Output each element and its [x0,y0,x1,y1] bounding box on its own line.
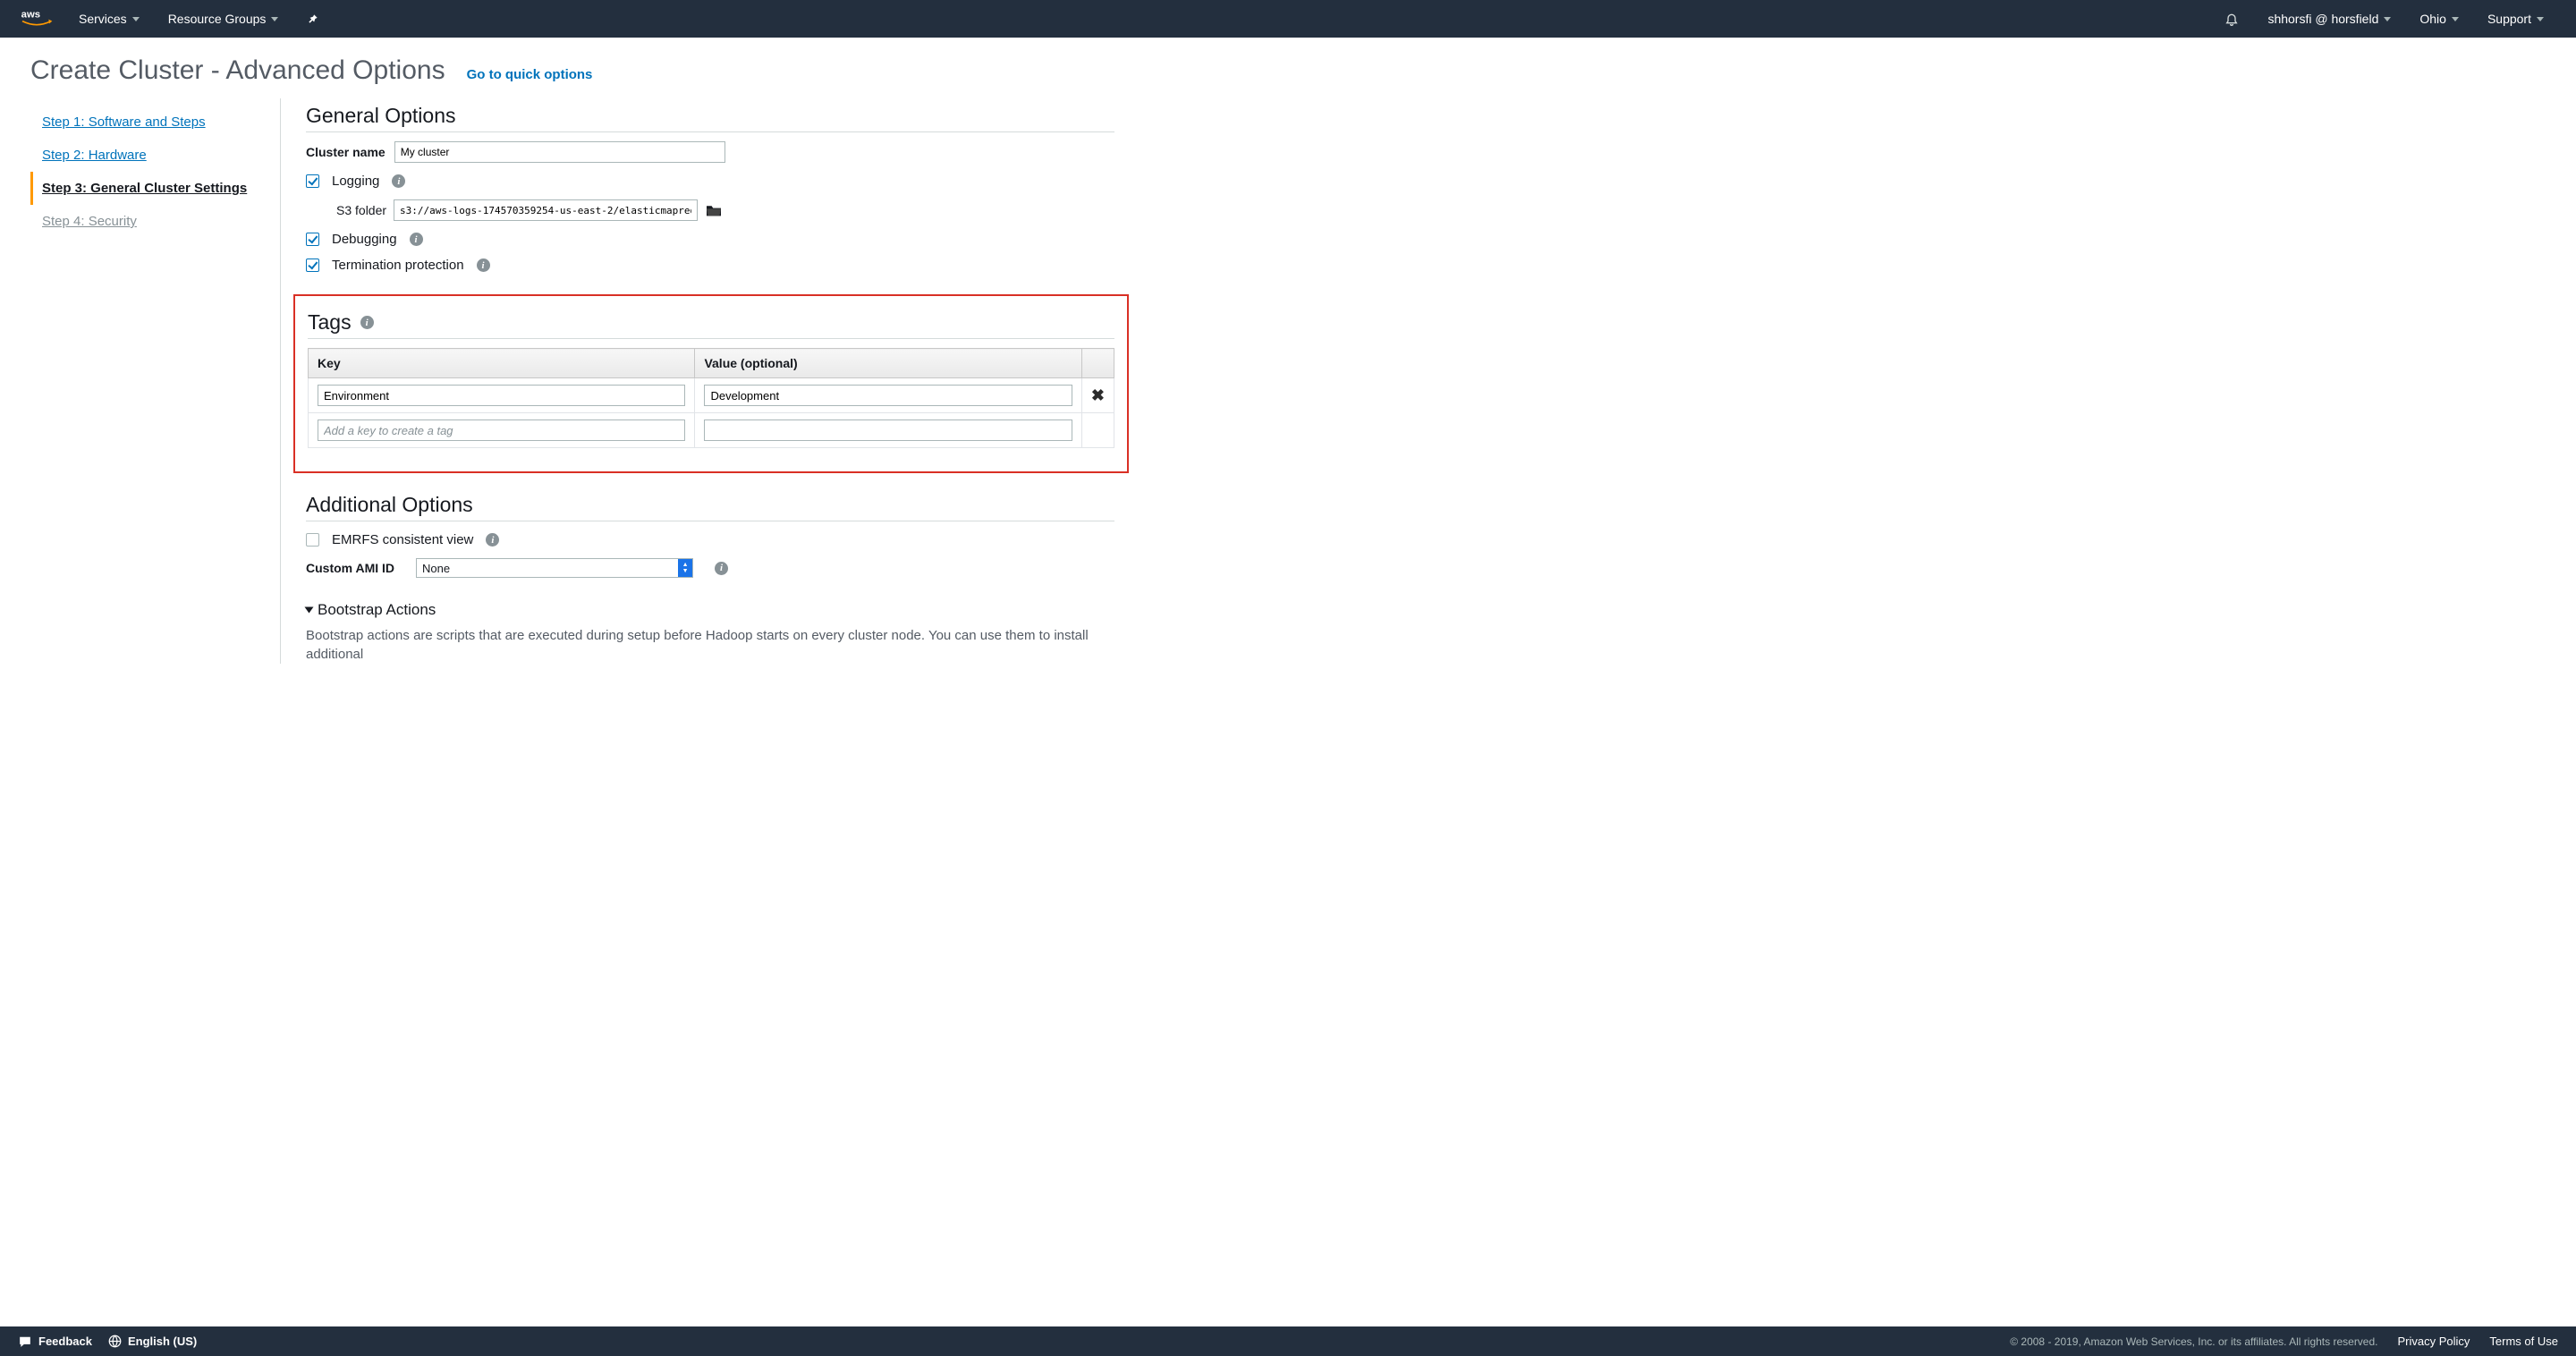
chevron-down-icon [2384,17,2391,21]
termination-label: Termination protection [332,258,464,273]
bootstrap-description: Bootstrap actions are scripts that are e… [306,626,1114,664]
tag-row: ✖ [309,378,1114,413]
form-column: General Options Cluster name Logging i S… [281,98,1265,664]
caret-down-icon [305,607,314,614]
language-label: English (US) [128,1335,197,1348]
custom-ami-value: None [422,562,450,575]
privacy-link[interactable]: Privacy Policy [2398,1335,2470,1348]
delete-tag-icon[interactable]: ✖ [1091,386,1105,404]
emrfs-checkbox[interactable] [306,533,319,547]
tag-row-new [309,413,1114,448]
folder-icon[interactable] [705,203,723,217]
notifications-icon[interactable] [2210,0,2253,38]
chevron-down-icon [2452,17,2459,21]
nav-services[interactable]: Services [64,0,154,38]
aws-logo[interactable]: aws [18,8,64,30]
step-2-link[interactable]: Step 2: Hardware [30,139,262,172]
logging-label: Logging [332,174,379,189]
info-icon[interactable]: i [486,533,499,547]
nav-account-label: shhorsfi @ horsfield [2267,12,2378,26]
copyright-text: © 2008 - 2019, Amazon Web Services, Inc.… [2010,1335,2377,1348]
steps-sidebar: Step 1: Software and Steps Step 2: Hardw… [30,98,281,664]
tag-new-value-input[interactable] [704,420,1072,441]
nav-resource-groups-label: Resource Groups [168,12,267,26]
tag-value-input[interactable] [704,385,1072,406]
s3-folder-input[interactable] [394,199,698,221]
tags-section: Tags i Key Value (optional) [293,294,1129,473]
termination-checkbox[interactable] [306,258,319,272]
tags-heading: Tags [308,310,352,335]
info-icon[interactable]: i [392,174,405,188]
quick-options-link[interactable]: Go to quick options [467,67,593,82]
tags-value-header: Value (optional) [695,349,1081,378]
nav-region-label: Ohio [2419,12,2446,26]
bootstrap-toggle[interactable]: Bootstrap Actions [306,601,1114,619]
info-icon[interactable]: i [715,562,728,575]
feedback-link[interactable]: Feedback [18,1335,92,1348]
nav-support-label: Support [2487,12,2531,26]
chevron-down-icon [271,17,278,21]
language-select[interactable]: English (US) [108,1335,197,1348]
emrfs-label: EMRFS consistent view [332,532,473,547]
footer: Feedback English (US) © 2008 - 2019, Ama… [0,1326,2576,1356]
feedback-label: Feedback [38,1335,92,1348]
custom-ami-label: Custom AMI ID [306,561,394,575]
page-body: Create Cluster - Advanced Options Go to … [0,38,2576,1326]
svg-text:aws: aws [21,10,40,21]
custom-ami-select[interactable]: None ▲▼ [416,558,693,578]
top-nav: aws Services Resource Groups shhorsfi @ … [0,0,2576,38]
terms-link[interactable]: Terms of Use [2489,1335,2558,1348]
tag-new-key-input[interactable] [318,420,685,441]
tags-table: Key Value (optional) ✖ [308,348,1114,448]
info-icon[interactable]: i [360,316,374,329]
info-icon[interactable]: i [410,233,423,246]
nav-services-label: Services [79,12,127,26]
cluster-name-input[interactable] [394,141,725,163]
step-1-link[interactable]: Step 1: Software and Steps [30,106,262,139]
logging-checkbox[interactable] [306,174,319,188]
info-icon[interactable]: i [477,258,490,272]
nav-region[interactable]: Ohio [2405,0,2473,38]
additional-options-heading: Additional Options [306,493,1114,521]
s3-folder-label: S3 folder [336,203,386,217]
cluster-name-label: Cluster name [306,145,386,159]
select-arrows-icon: ▲▼ [678,559,692,577]
step-3-link[interactable]: Step 3: General Cluster Settings [30,172,262,205]
bootstrap-heading: Bootstrap Actions [318,601,436,619]
nav-account[interactable]: shhorsfi @ horsfield [2253,0,2405,38]
nav-support[interactable]: Support [2473,0,2558,38]
page-title: Create Cluster - Advanced Options [30,55,445,86]
nav-resource-groups[interactable]: Resource Groups [154,0,293,38]
chevron-down-icon [2537,17,2544,21]
chevron-down-icon [132,17,140,21]
general-options-heading: General Options [306,104,1114,132]
debugging-checkbox[interactable] [306,233,319,246]
tags-key-header: Key [309,349,695,378]
tag-key-input[interactable] [318,385,685,406]
step-4-link[interactable]: Step 4: Security [30,205,262,238]
pin-icon[interactable] [292,0,334,38]
debugging-label: Debugging [332,232,397,247]
